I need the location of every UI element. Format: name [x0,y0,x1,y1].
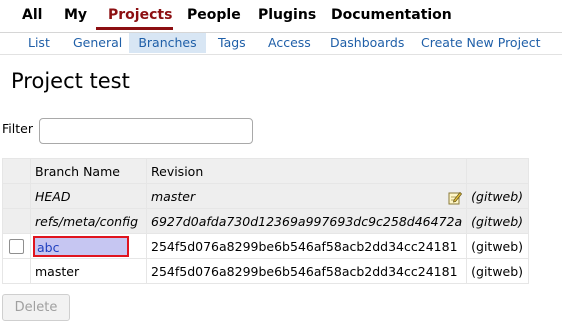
sub-nav-tags[interactable]: Tags [218,33,246,53]
top-nav-projects[interactable]: Projects [108,7,172,23]
sub-nav-dashboards[interactable]: Dashboards [330,33,404,53]
branch-revision: 254f5d076a8299be6b546af58acb2dd34cc24181 [145,258,468,284]
table-row: HEAD master (gitweb) [2,183,530,209]
sub-nav-list[interactable]: List [28,33,50,53]
header-link-cell [466,158,530,184]
table-row: master 254f5d076a8299be6b546af58acb2dd34… [2,258,530,284]
gitweb-link[interactable]: (gitweb) [466,258,530,284]
sub-nav-branches[interactable]: Branches [129,33,206,53]
sub-nav: List General Branches Tags Access Dashbo… [0,33,562,55]
delete-button[interactable]: Delete [2,294,70,321]
sub-nav-create-new-project[interactable]: Create New Project [421,33,541,53]
gitweb-link[interactable]: (gitweb) [466,183,530,209]
top-nav-documentation[interactable]: Documentation [331,7,452,23]
sub-nav-general[interactable]: General [73,33,122,53]
row-checkbox-cell [2,183,31,209]
branch-name-cell: abc [30,233,147,259]
branch-revision-cell: master [145,183,468,209]
header-checkbox-cell [2,158,31,184]
edit-icon[interactable] [448,191,463,205]
gitweb-link[interactable]: (gitweb) [466,208,530,234]
table-header-row: Branch Name Revision [2,158,530,184]
sub-nav-access[interactable]: Access [268,33,311,53]
page-title: Project test [11,69,130,93]
branch-name: HEAD [30,183,147,209]
filter-input[interactable] [39,118,253,144]
top-nav-people[interactable]: People [187,7,241,23]
header-revision: Revision [145,158,468,184]
gitweb-link[interactable]: (gitweb) [466,233,530,259]
row-checkbox-cell [2,258,31,284]
header-branch-name: Branch Name [30,158,147,184]
top-nav-all[interactable]: All [22,7,42,23]
top-nav-my[interactable]: My [64,7,87,23]
branch-revision: master [151,188,196,204]
branch-revision: 6927d0afda730d12369a997693dc9c258d46472a [145,208,468,234]
branch-name: master [30,258,147,284]
table-row: abc 254f5d076a8299be6b546af58acb2dd34cc2… [2,233,530,259]
row-checkbox-cell [2,208,31,234]
branches-table: Branch Name Revision HEAD master (gitweb… [2,158,530,284]
branch-name: refs/meta/config [30,208,147,234]
row-checkbox-cell [2,233,31,259]
branch-select-checkbox[interactable] [9,239,24,254]
sub-nav-divider [0,54,562,55]
branch-name-highlighted[interactable]: abc [33,235,129,257]
table-row: refs/meta/config 6927d0afda730d12369a997… [2,208,530,234]
top-nav: All My Projects People Plugins Documenta… [0,0,562,33]
top-nav-plugins[interactable]: Plugins [258,7,316,23]
branch-revision: 254f5d076a8299be6b546af58acb2dd34cc24181 [145,233,468,259]
active-tab-underline [96,27,173,30]
filter-label: Filter [2,121,33,136]
